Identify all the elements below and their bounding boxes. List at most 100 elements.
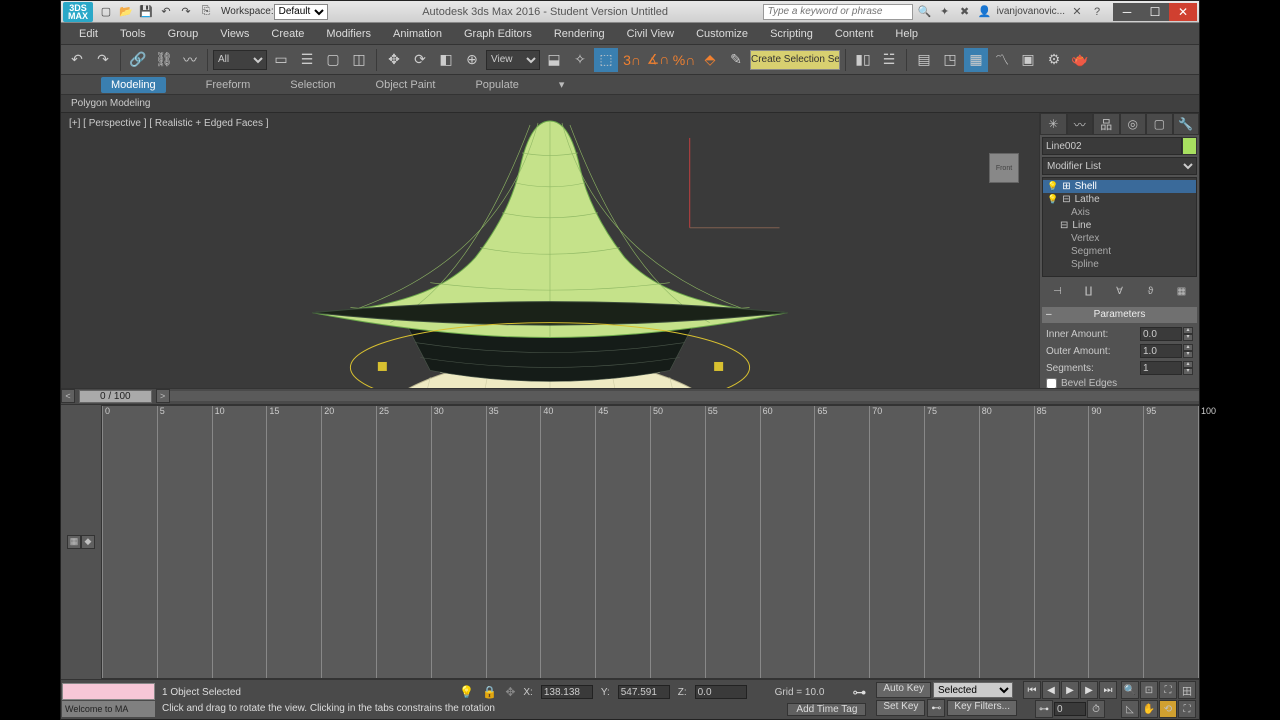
search-input[interactable]: [763, 4, 913, 20]
modstack-vertex[interactable]: Vertex: [1043, 232, 1196, 245]
parameters-rollout-header[interactable]: Parameters: [1042, 307, 1197, 323]
motion-tab[interactable]: ◎: [1120, 113, 1147, 135]
modstack-segment[interactable]: Segment: [1043, 245, 1196, 258]
setkey-key-icon[interactable]: ⊷: [927, 699, 945, 717]
lock-selection-icon[interactable]: 🔒: [482, 685, 497, 699]
user-icon[interactable]: 👤: [977, 4, 993, 20]
menu-scripting[interactable]: Scripting: [760, 26, 823, 42]
iso-key-icon[interactable]: ⊶: [852, 684, 866, 701]
layers-button[interactable]: ▤: [912, 48, 936, 72]
add-time-tag[interactable]: Add Time Tag: [787, 703, 866, 716]
refcoord-dropdown[interactable]: View: [486, 50, 540, 70]
hierarchy-tab[interactable]: 品: [1093, 113, 1120, 135]
z-input[interactable]: [695, 685, 747, 699]
coord-toggle-icon[interactable]: ✥: [505, 685, 515, 699]
create-tab[interactable]: ✳: [1040, 113, 1067, 135]
utilities-tab[interactable]: 🔧: [1173, 113, 1200, 135]
keymode-dropdown[interactable]: Selected: [933, 682, 1013, 698]
modstack-lathe[interactable]: 💡⊟Lathe: [1043, 193, 1196, 206]
pan-button[interactable]: ✋: [1140, 700, 1158, 718]
menu-edit[interactable]: Edit: [69, 26, 108, 42]
menu-help[interactable]: Help: [885, 26, 928, 42]
zoom-button[interactable]: 🔍: [1121, 681, 1139, 699]
exchange-icon[interactable]: ✖: [957, 4, 973, 20]
open-icon[interactable]: 📂: [117, 3, 135, 21]
save-icon[interactable]: 💾: [137, 3, 155, 21]
menu-modifiers[interactable]: Modifiers: [316, 26, 381, 42]
play-button[interactable]: ▶: [1061, 681, 1079, 699]
maximize-button[interactable]: ☐: [1141, 3, 1169, 21]
autokey-button[interactable]: Auto Key: [876, 682, 931, 698]
configure-icon[interactable]: ▦: [1173, 282, 1191, 300]
favorite-icon[interactable]: ✕: [1069, 4, 1085, 20]
ribbon-tab-modeling[interactable]: Modeling: [101, 77, 166, 93]
timeslider-left[interactable]: <: [61, 389, 75, 403]
mirror-button[interactable]: ▮▯: [851, 48, 875, 72]
ribbon-tab-freeform[interactable]: Freeform: [206, 79, 251, 91]
inner-amount-input[interactable]: [1140, 327, 1182, 341]
show-end-icon[interactable]: ∐: [1080, 282, 1098, 300]
app-logo[interactable]: 3DSMAX: [63, 2, 93, 22]
trackbar-ruler[interactable]: 0510152025303540455055606570758085909510…: [101, 405, 1199, 680]
ribbon-tab-populate[interactable]: Populate: [475, 79, 518, 91]
orbit-button[interactable]: ⟲: [1159, 700, 1177, 718]
setkey-button[interactable]: Set Key: [876, 700, 925, 716]
menu-graph-editors[interactable]: Graph Editors: [454, 26, 542, 42]
display-tab[interactable]: ▢: [1146, 113, 1173, 135]
angle-snap-button[interactable]: ∡∩: [646, 48, 670, 72]
x-input[interactable]: [541, 685, 593, 699]
menu-create[interactable]: Create: [261, 26, 314, 42]
keyfilters-button[interactable]: Key Filters...: [947, 700, 1017, 716]
object-color-swatch[interactable]: [1182, 137, 1197, 155]
search-icon[interactable]: 🔍: [917, 4, 933, 20]
select-button[interactable]: ▭: [269, 48, 293, 72]
lock-icon[interactable]: 💡: [459, 685, 474, 699]
manip-button[interactable]: ✧: [568, 48, 592, 72]
material-editor-button[interactable]: ▣: [1016, 48, 1040, 72]
minimize-button[interactable]: ─: [1113, 3, 1141, 21]
unique-icon[interactable]: ∀: [1111, 282, 1129, 300]
zoom-extents-button[interactable]: ⛶: [1159, 681, 1177, 699]
redo-button[interactable]: ↷: [91, 48, 115, 72]
redo-icon[interactable]: ↷: [177, 3, 195, 21]
bevel-edges-checkbox[interactable]: [1046, 378, 1057, 388]
modstack-lathe-axis[interactable]: Axis: [1043, 206, 1196, 219]
snap-toggle[interactable]: ⬚: [594, 48, 618, 72]
unlink-button[interactable]: ⛓: [152, 48, 176, 72]
rect-select-button[interactable]: ▢: [321, 48, 345, 72]
close-button[interactable]: ✕: [1169, 3, 1197, 21]
schematic-button[interactable]: ◳: [938, 48, 962, 72]
y-input[interactable]: [618, 685, 670, 699]
modstack-line[interactable]: ⊟Line: [1043, 219, 1196, 232]
selection-filter[interactable]: All: [213, 50, 267, 70]
timeslider-right[interactable]: >: [156, 389, 170, 403]
menu-rendering[interactable]: Rendering: [544, 26, 615, 42]
menu-views[interactable]: Views: [210, 26, 259, 42]
trackbar-open-icon[interactable]: ▦: [67, 535, 81, 549]
named-selset-input[interactable]: [750, 50, 840, 70]
new-icon[interactable]: ▢: [97, 3, 115, 21]
modifier-list-dropdown[interactable]: Modifier List: [1042, 157, 1197, 175]
link-button[interactable]: 🔗: [126, 48, 150, 72]
curve-editor-button[interactable]: 〽: [990, 48, 1014, 72]
timeslider-track[interactable]: [170, 391, 1199, 401]
current-frame-input[interactable]: [1054, 702, 1086, 716]
maxscript-mini[interactable]: [62, 683, 155, 701]
menu-content[interactable]: Content: [825, 26, 884, 42]
next-frame-button[interactable]: ▶: [1080, 681, 1098, 699]
help-icon[interactable]: ?: [1089, 4, 1105, 20]
ribbon-tab-object-paint[interactable]: Object Paint: [376, 79, 436, 91]
ribbon-expand-icon[interactable]: ▾: [559, 78, 565, 91]
select-name-button[interactable]: ☰: [295, 48, 319, 72]
move-button[interactable]: ✥: [382, 48, 406, 72]
menu-customize[interactable]: Customize: [686, 26, 758, 42]
fov-button[interactable]: ◺: [1121, 700, 1139, 718]
pivot-button[interactable]: ⬓: [542, 48, 566, 72]
menu-animation[interactable]: Animation: [383, 26, 452, 42]
scale-button[interactable]: ◧: [434, 48, 458, 72]
place-button[interactable]: ⊕: [460, 48, 484, 72]
goto-start-button[interactable]: ⏮: [1023, 681, 1041, 699]
spinner-snap-button[interactable]: ⬘: [698, 48, 722, 72]
remove-mod-icon[interactable]: ϑ: [1142, 282, 1160, 300]
edit-selset-button[interactable]: ✎: [724, 48, 748, 72]
